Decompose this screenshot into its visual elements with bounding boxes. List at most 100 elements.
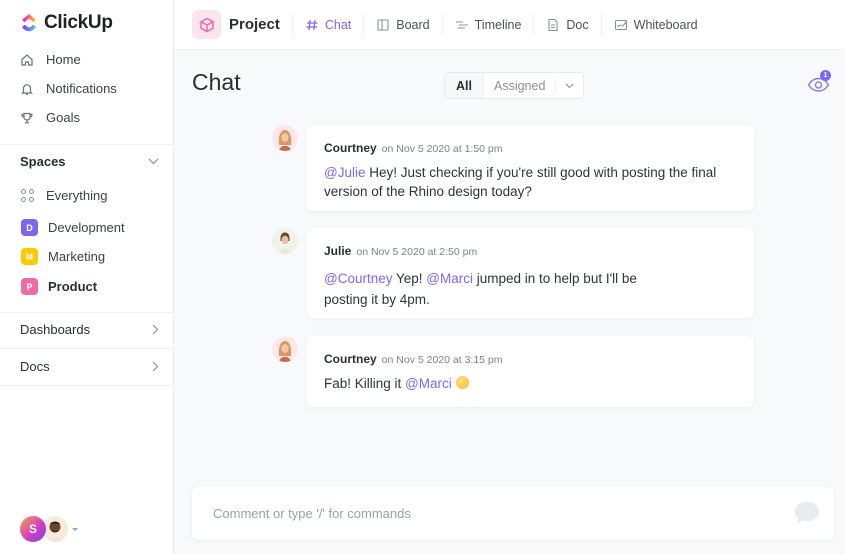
- courtney-avatar-icon: [278, 341, 292, 362]
- space-label: Product: [48, 279, 98, 294]
- sidebar-space-product[interactable]: P Product: [21, 278, 97, 295]
- author-avatar[interactable]: [272, 228, 298, 254]
- board-icon: [377, 18, 389, 31]
- tab-doc[interactable]: Doc: [533, 13, 600, 36]
- watchers-button[interactable]: 1: [807, 70, 831, 94]
- comment-input[interactable]: [213, 506, 773, 521]
- message-timestamp: on Nov 5 2020 at 2:50 pm: [356, 246, 478, 258]
- tab-label: Board: [396, 17, 430, 32]
- courtney-avatar-icon: [278, 130, 292, 151]
- chevron-down-icon: [566, 83, 574, 88]
- clickup-logo-icon: [22, 14, 36, 32]
- spaces-header-label: Spaces: [20, 154, 66, 169]
- sidebar-section-dashboards[interactable]: Dashboards: [20, 322, 159, 337]
- message-text: Hey! Just checking if you're still good …: [324, 165, 717, 199]
- sidebar-item-label: Notifications: [46, 81, 117, 96]
- sidebar-item-notifications[interactable]: Notifications: [20, 81, 117, 96]
- message-body: @Julie Hey! Just checking if you're stil…: [324, 163, 724, 201]
- message-timestamp: on Nov 5 2020 at 3:15 pm: [381, 354, 503, 366]
- author-avatar[interactable]: [272, 336, 298, 362]
- space-label: Marketing: [48, 249, 106, 264]
- message-card: Courtney on Nov 5 2020 at 3:15 pm Fab! K…: [307, 336, 754, 407]
- trophy-icon: [21, 112, 33, 123]
- top-bar: Project Chat Board Timeline Doc Whiteboa…: [175, 0, 845, 50]
- watchers-count-badge: 1: [820, 70, 831, 81]
- sidebar-divider: [0, 312, 174, 313]
- space-badge: D: [21, 219, 38, 236]
- chevron-right-icon: [152, 324, 159, 335]
- sidebar-item-label: Goals: [46, 110, 80, 125]
- sidebar-divider: [0, 144, 174, 145]
- space-badge: P: [21, 278, 38, 295]
- tab-label: Doc: [566, 17, 589, 32]
- space-badge: M: [21, 248, 38, 265]
- chat-message: Courtney on Nov 5 2020 at 1:50 pm @Julie…: [272, 125, 754, 211]
- section-label: Docs: [20, 359, 50, 374]
- chat-message: Julie on Nov 5 2020 at 2:50 pm @Courtney…: [272, 228, 754, 318]
- sidebar-space-development[interactable]: D Development: [21, 219, 125, 236]
- sidebar-space-marketing[interactable]: M Marketing: [21, 248, 105, 265]
- tab-board[interactable]: Board: [363, 13, 441, 36]
- sidebar-item-everything[interactable]: Everything: [20, 188, 107, 203]
- chat-filter: All Assigned: [444, 72, 585, 99]
- home-icon: [21, 53, 33, 66]
- project-icon: [192, 10, 221, 39]
- tab-chat[interactable]: Chat: [291, 13, 363, 36]
- mention-link[interactable]: @Marci: [405, 376, 452, 391]
- message-card: Courtney on Nov 5 2020 at 1:50 pm @Julie…: [307, 125, 754, 211]
- sidebar-item-label: Home: [46, 52, 81, 67]
- message-body: Fab! Killing it @Marci: [324, 374, 737, 393]
- sidebar-item-home[interactable]: Home: [20, 52, 81, 67]
- tab-label: Chat: [324, 17, 352, 32]
- logo-text: ClickUp: [44, 12, 113, 33]
- whiteboard-icon: [614, 19, 627, 30]
- mention-link[interactable]: @Courtney: [324, 271, 392, 286]
- caret-down-icon: [72, 527, 78, 531]
- julie-avatar-icon: [279, 232, 291, 254]
- chevron-down-icon[interactable]: [148, 158, 159, 165]
- mention-link[interactable]: @Julie: [324, 165, 365, 180]
- sidebar-section-docs[interactable]: Docs: [20, 359, 159, 374]
- message-author[interactable]: Julie: [324, 244, 351, 258]
- bell-icon: [21, 83, 33, 95]
- clickup-logo[interactable]: ClickUp: [20, 12, 113, 34]
- sidebar-divider: [0, 385, 174, 386]
- tab-whiteboard[interactable]: Whiteboard: [600, 13, 710, 36]
- tab-timeline[interactable]: Timeline: [441, 13, 534, 36]
- project-name: Project: [229, 16, 280, 33]
- tab-label: Whiteboard: [633, 17, 698, 32]
- sidebar: ClickUp Home Notifications Goals Spaces …: [0, 0, 174, 554]
- message-text: Fab! Killing it: [324, 376, 406, 391]
- chat-message: Courtney on Nov 5 2020 at 3:15 pm Fab! K…: [272, 336, 754, 407]
- author-avatar[interactable]: [272, 125, 298, 151]
- hash-icon: [306, 19, 318, 30]
- message-card: Julie on Nov 5 2020 at 2:50 pm @Courtney…: [307, 228, 754, 318]
- comment-bubble-icon[interactable]: [793, 500, 821, 526]
- timeline-icon: [455, 20, 468, 29]
- tab-label: Timeline: [474, 17, 522, 32]
- filter-assigned-button[interactable]: Assigned: [484, 73, 555, 98]
- message-author[interactable]: Courtney: [324, 141, 377, 155]
- page-title: Chat: [192, 69, 241, 95]
- user-menu[interactable]: S: [20, 516, 78, 542]
- grid-icon: [21, 189, 34, 202]
- doc-icon: [548, 18, 558, 31]
- workspace-avatar: S: [20, 516, 46, 542]
- chevron-right-icon: [152, 361, 159, 372]
- filter-all-button[interactable]: All: [445, 73, 484, 98]
- mention-link[interactable]: @Marci: [426, 271, 473, 286]
- cube-icon: [199, 17, 214, 32]
- section-label: Dashboards: [20, 322, 91, 337]
- message-timestamp: on Nov 5 2020 at 1:50 pm: [381, 143, 503, 155]
- comment-composer: [192, 487, 834, 540]
- message-body: @Courtney Yep! @Marci jumped in to help …: [324, 268, 644, 310]
- filter-dropdown-button[interactable]: [556, 73, 583, 98]
- sidebar-divider: [0, 348, 174, 349]
- message-text: Yep!: [392, 271, 427, 286]
- slightly-smiling-face-icon: [455, 376, 469, 389]
- sidebar-item-label: Everything: [46, 188, 108, 203]
- sidebar-item-goals[interactable]: Goals: [20, 110, 80, 125]
- spaces-header[interactable]: Spaces: [20, 154, 159, 169]
- space-label: Development: [48, 220, 125, 235]
- message-author[interactable]: Courtney: [324, 352, 377, 366]
